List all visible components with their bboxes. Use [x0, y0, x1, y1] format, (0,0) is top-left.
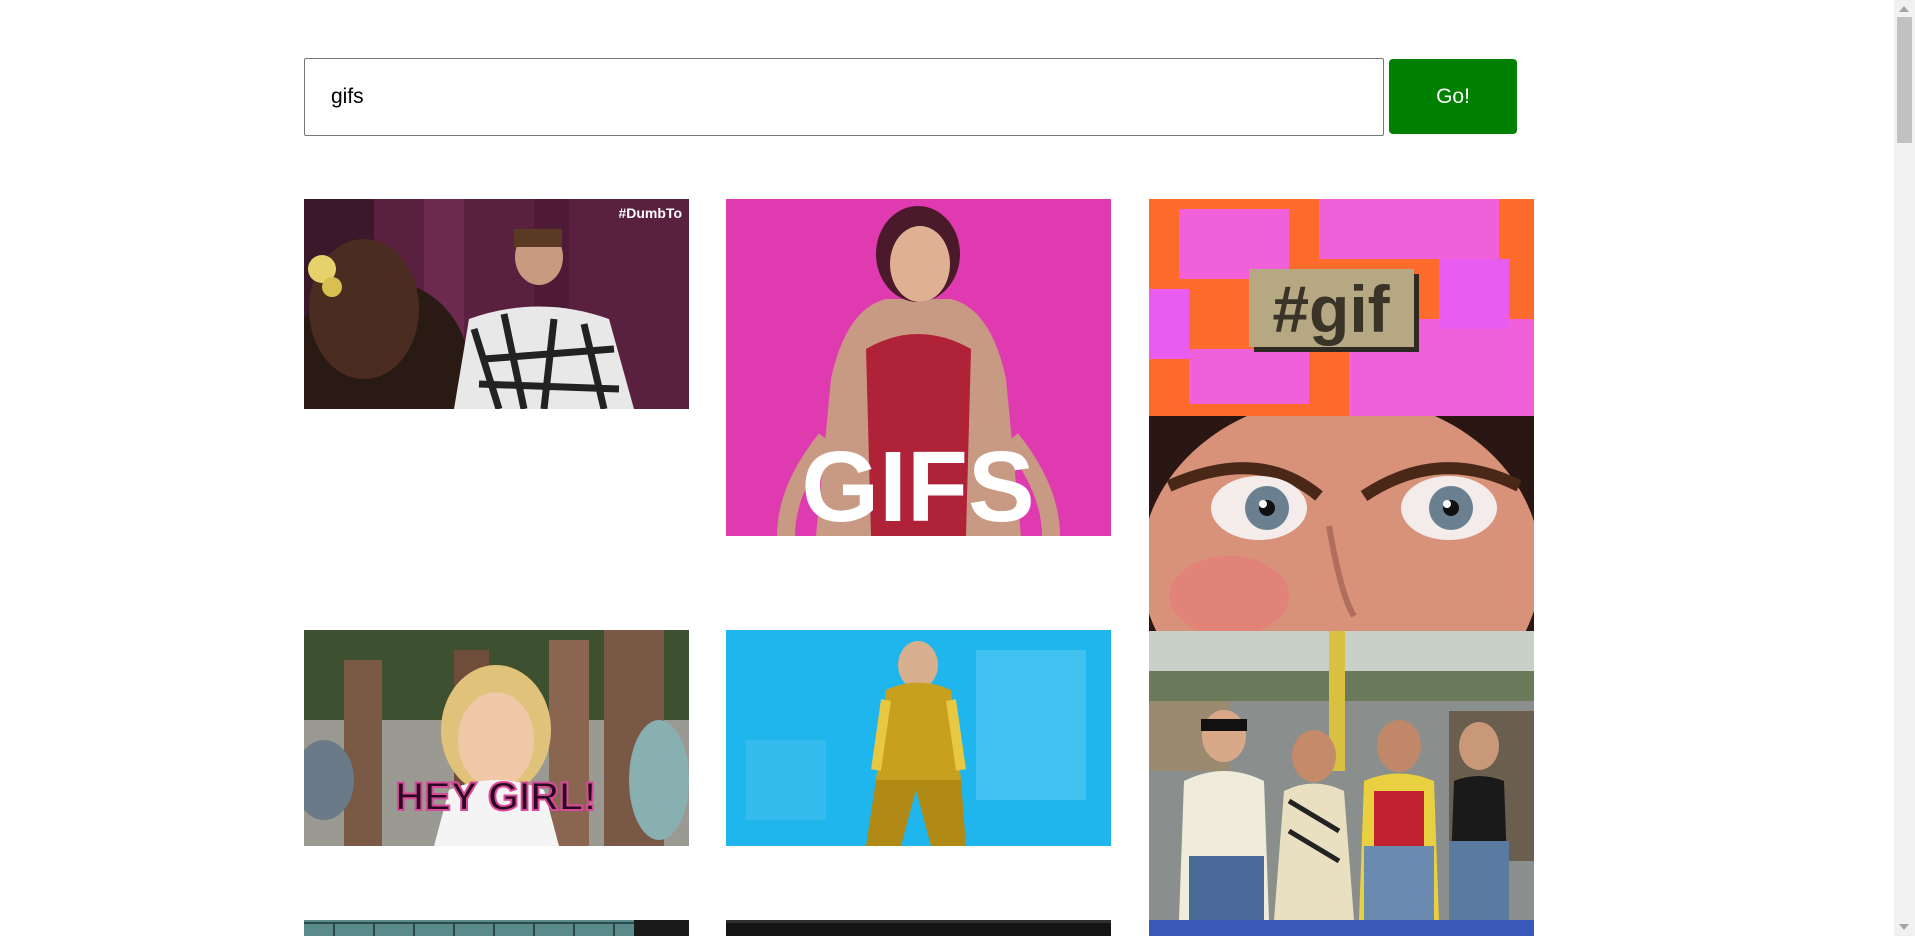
- gif-result-hey-girl[interactable]: HEY GIRL!: [304, 630, 689, 846]
- gif-image: #DumbTo: [304, 199, 689, 409]
- gif-result-gold-suit[interactable]: [726, 630, 1111, 846]
- gif-result-wide-eyes[interactable]: [1149, 416, 1534, 631]
- gif-result-80s-friends[interactable]: [1149, 631, 1534, 920]
- gif-image: #gif: [1149, 199, 1534, 416]
- go-button[interactable]: Go!: [1389, 59, 1517, 134]
- gif-result-hash-gif[interactable]: #gif: [1149, 199, 1534, 416]
- gif-image: [1149, 416, 1534, 631]
- gif-image: [1149, 631, 1534, 920]
- gif-caption: #gif: [1272, 272, 1390, 346]
- gif-image: GIFS: [726, 199, 1111, 536]
- gif-caption: #DumbTo: [618, 205, 682, 221]
- gif-caption: GIFS: [801, 431, 1034, 536]
- gif-result-partial[interactable]: [726, 920, 1111, 936]
- search-input[interactable]: [304, 58, 1384, 136]
- gif-image: HEY GIRL!: [304, 630, 689, 846]
- gif-result-partial[interactable]: [1149, 920, 1534, 936]
- gif-image: [1149, 920, 1534, 936]
- gif-image: [304, 920, 689, 936]
- gif-image: [726, 920, 1111, 936]
- gif-caption: HEY GIRL!: [395, 775, 597, 819]
- gif-image: [726, 630, 1111, 846]
- scroll-thumb[interactable]: [1897, 17, 1912, 143]
- gif-result-gifs-woman[interactable]: GIFS: [726, 199, 1111, 536]
- scroll-down-arrow-icon[interactable]: [1899, 924, 1909, 930]
- gif-result-dumb-to[interactable]: #DumbTo: [304, 199, 689, 409]
- page-scrollbar[interactable]: [1894, 0, 1915, 936]
- gif-result-partial[interactable]: [304, 920, 689, 936]
- scroll-up-arrow-icon[interactable]: [1899, 6, 1909, 12]
